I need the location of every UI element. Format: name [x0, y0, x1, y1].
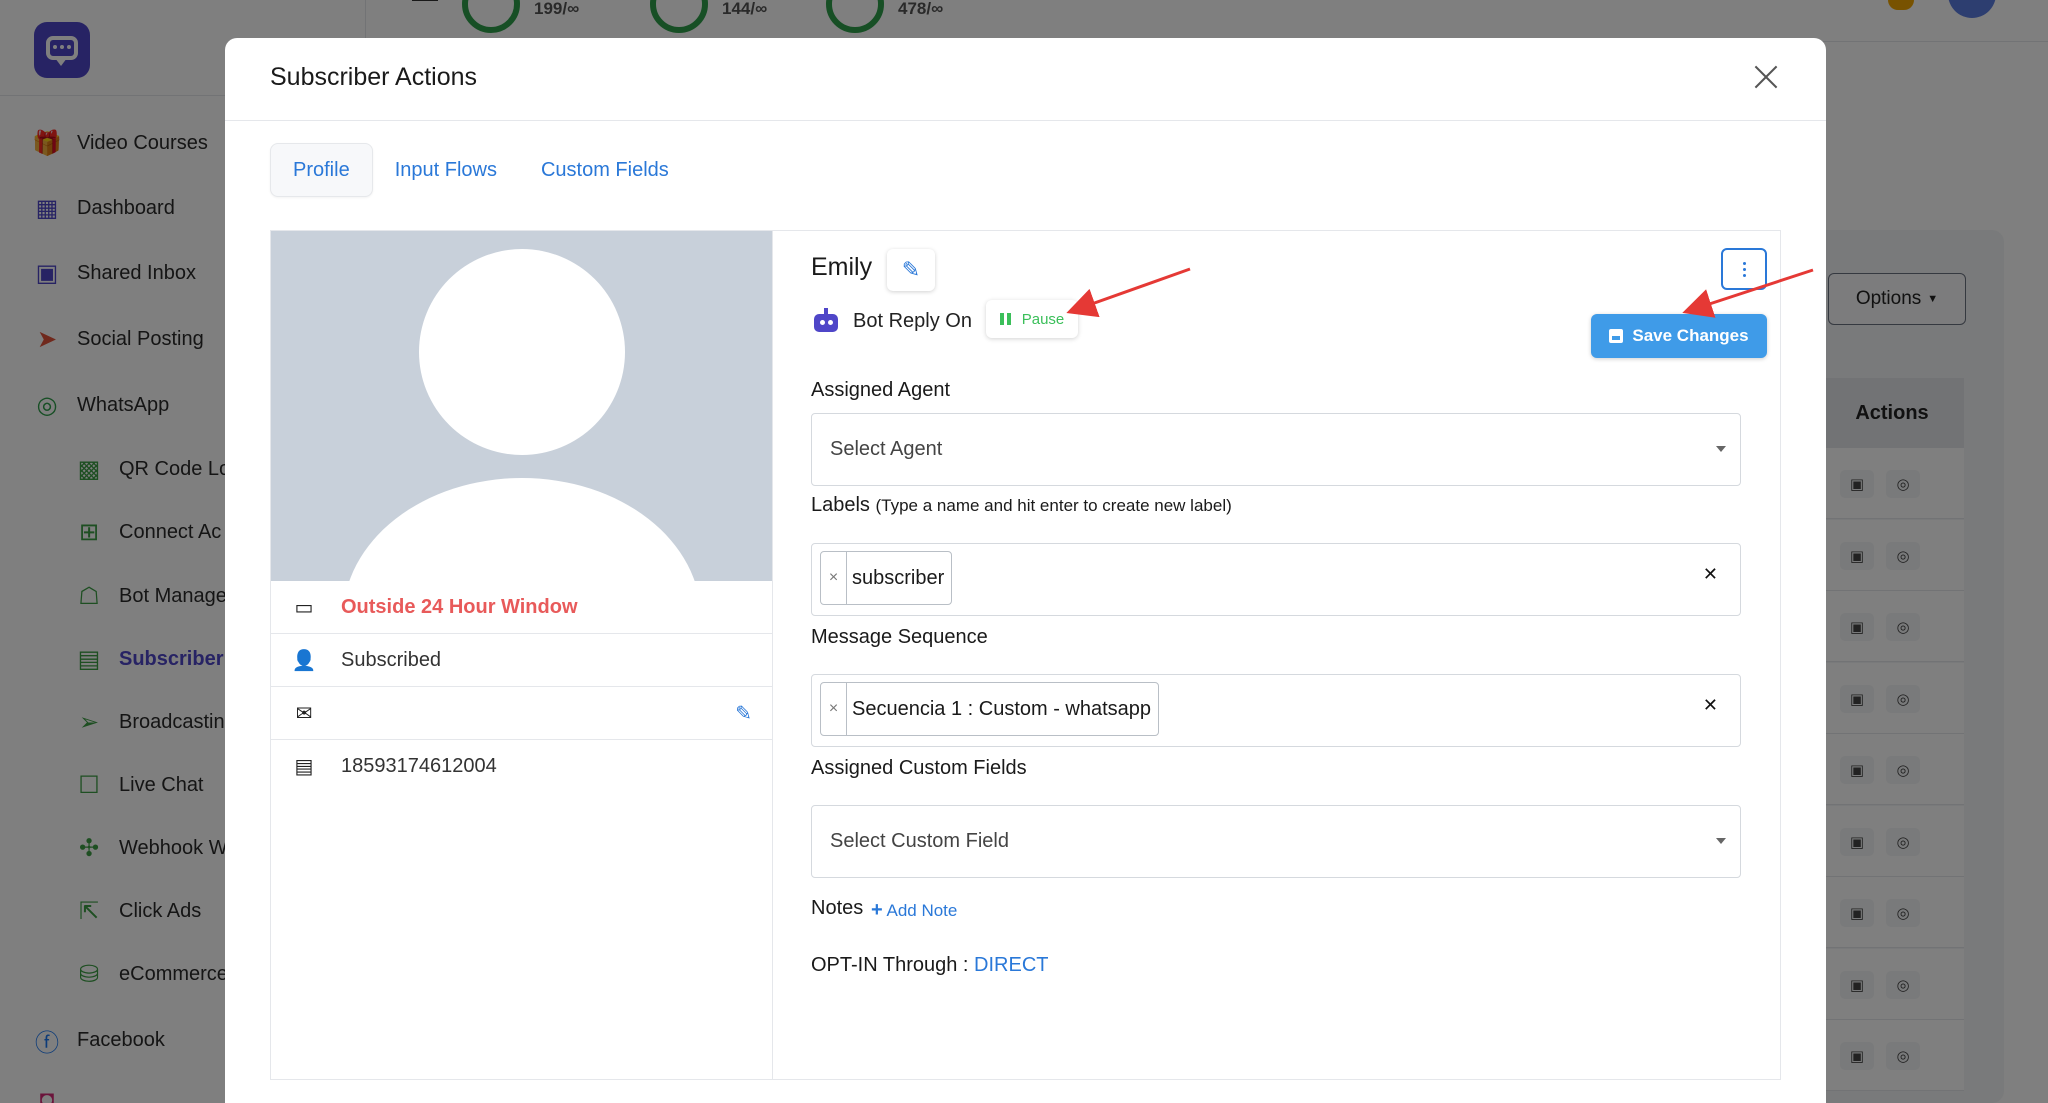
add-note-label: Add Note	[886, 901, 958, 920]
window-status-row: ▭ Outside 24 Hour Window	[271, 581, 772, 634]
subscriber-name: Emily	[811, 253, 873, 281]
tab-profile[interactable]: Profile	[270, 143, 373, 197]
profile-content: ▭ Outside 24 Hour Window 👤 Subscribed ✉ …	[270, 230, 1781, 1080]
message-sequence-input[interactable]: × Secuencia 1 : Custom - whatsapp ✕	[811, 674, 1741, 747]
id-card-icon: ▤	[294, 756, 314, 778]
user-icon: 👤	[291, 649, 317, 672]
subscriber-details: Emily ✎ Bot Reply On Pause Save Changes …	[773, 231, 1781, 1079]
profile-card: ▭ Outside 24 Hour Window 👤 Subscribed ✉ …	[271, 231, 773, 1079]
edit-icon: ✎	[901, 257, 921, 282]
label-tag-text: subscriber	[852, 566, 945, 589]
custom-fields-label: Assigned Custom Fields	[811, 757, 1027, 779]
labels-title: Labels	[811, 494, 870, 516]
tab-input-flows[interactable]: Input Flows	[373, 143, 519, 197]
opt-in-info: OPT-IN Through : DIRECT	[811, 954, 1049, 977]
subscriber-actions-modal: Subscriber Actions Profile Input Flows C…	[225, 38, 1826, 1103]
remove-tag-icon[interactable]: ×	[821, 552, 847, 604]
robot-icon	[811, 308, 841, 334]
custom-field-placeholder: Select Custom Field	[830, 830, 1009, 852]
save-changes-button[interactable]: Save Changes	[1591, 314, 1767, 358]
labels-hint: (Type a name and hit enter to create new…	[875, 496, 1232, 515]
avatar-body-shape	[343, 478, 701, 581]
opt-in-label: OPT-IN Through :	[811, 954, 969, 976]
remove-tag-icon[interactable]: ×	[821, 683, 847, 735]
edit-name-button[interactable]: ✎	[887, 249, 935, 291]
avatar-head-shape	[419, 249, 625, 455]
pause-bot-button[interactable]: Pause	[986, 300, 1078, 338]
notes-label: Notes	[811, 897, 864, 919]
sequence-tag-text: Secuencia 1 : Custom - whatsapp	[852, 697, 1152, 720]
bot-reply-status: Bot Reply On	[853, 310, 972, 332]
modal-title: Subscriber Actions	[270, 63, 478, 91]
profile-avatar	[271, 231, 772, 581]
email-row: ✉ ✎	[271, 687, 772, 740]
phone-row: ▤ 18593174612004	[271, 740, 772, 793]
clear-sequence-icon[interactable]: ✕	[1703, 695, 1718, 716]
message-sequence-label: Message Sequence	[811, 626, 988, 648]
clear-labels-icon[interactable]: ✕	[1703, 564, 1718, 585]
more-options-button[interactable]	[1721, 248, 1767, 290]
sequence-tag: × Secuencia 1 : Custom - whatsapp	[820, 682, 1160, 736]
assigned-agent-placeholder: Select Agent	[830, 438, 943, 460]
add-note-link[interactable]: + Add Note	[871, 899, 957, 922]
subscription-row: 👤 Subscribed	[271, 634, 772, 687]
assigned-agent-label: Assigned Agent	[811, 379, 950, 401]
labels-input[interactable]: × subscriber ✕	[811, 543, 1741, 616]
edit-email-icon[interactable]: ✎	[735, 701, 752, 726]
assigned-agent-select[interactable]: Select Agent	[811, 413, 1741, 486]
close-icon[interactable]	[1748, 60, 1784, 96]
phone-value: 18593174612004	[341, 755, 497, 777]
envelope-icon: ✉	[295, 702, 313, 725]
window-status: Outside 24 Hour Window	[341, 595, 578, 618]
label-tag: × subscriber	[820, 551, 953, 605]
opt-in-value: DIRECT	[974, 954, 1049, 976]
modal-header: Subscriber Actions	[225, 38, 1826, 121]
labels-label: Labels (Type a name and hit enter to cre…	[811, 494, 1232, 517]
save-icon	[1609, 329, 1624, 343]
custom-field-select[interactable]: Select Custom Field	[811, 805, 1741, 878]
subscription-status: Subscribed	[341, 648, 442, 671]
tab-custom-fields[interactable]: Custom Fields	[519, 143, 691, 197]
pause-label: Pause	[1021, 310, 1065, 328]
plus-icon: +	[871, 899, 883, 921]
caret-down-icon	[1716, 838, 1726, 844]
comment-icon: ▭	[294, 596, 314, 619]
caret-down-icon	[1716, 446, 1726, 452]
pause-icon	[999, 313, 1014, 325]
modal-tabs: Profile Input Flows Custom Fields	[270, 143, 691, 197]
save-label: Save Changes	[1632, 326, 1749, 345]
